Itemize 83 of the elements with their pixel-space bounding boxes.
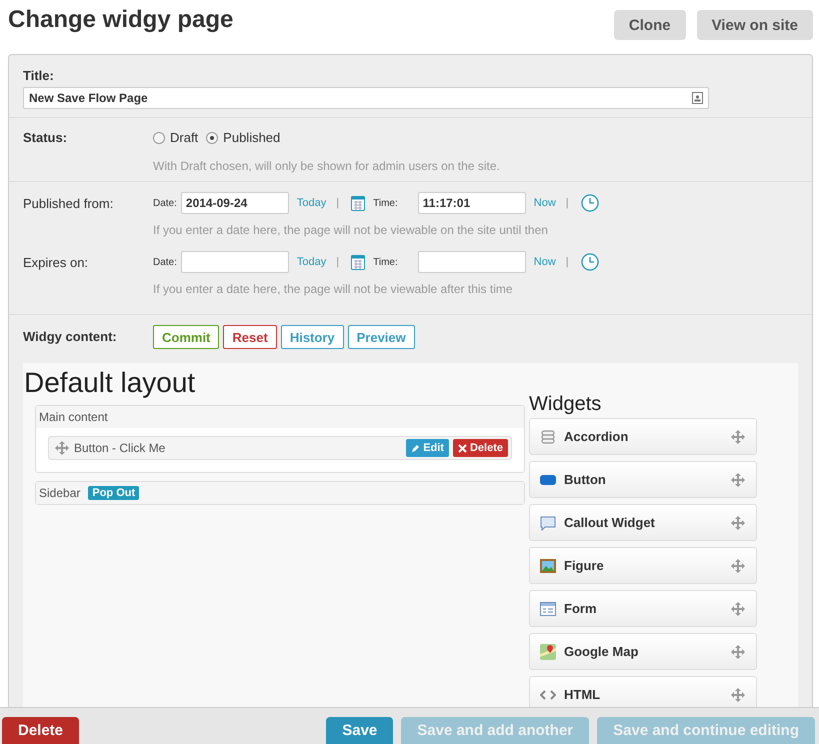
widget-item-label: Button - Click Me — [74, 441, 166, 455]
date-label: Date: — [153, 198, 177, 208]
today-link[interactable]: Today — [296, 197, 326, 209]
form-icon — [540, 602, 556, 616]
time-field[interactable]: 11:17:01 — [418, 192, 526, 214]
speech-bubble-icon — [540, 514, 556, 530]
widget-card[interactable]: Button — [529, 461, 757, 498]
header-button[interactable]: Clone — [614, 10, 686, 40]
widget-name: Form — [564, 601, 598, 616]
move-icon — [730, 558, 746, 574]
help-text: With Draft chosen, will only be shown for admin users on the site. — [153, 159, 501, 173]
move-icon — [730, 644, 746, 660]
clock-icon[interactable] — [580, 194, 599, 212]
widget-card[interactable]: Form — [529, 590, 757, 627]
button-icon — [540, 474, 556, 486]
widget-name: Accordion — [564, 429, 630, 444]
now-link[interactable]: Now — [534, 197, 556, 209]
contact-card-icon — [692, 92, 703, 104]
date-field[interactable] — [180, 251, 289, 273]
widgy-action-button[interactable]: Reset — [223, 325, 277, 349]
date-field[interactable]: 2014-09-24 — [180, 192, 289, 214]
radio-button[interactable] — [206, 132, 218, 144]
calendar-icon[interactable] — [351, 254, 366, 270]
header-button[interactable]: View on site — [696, 10, 813, 40]
move-icon — [730, 686, 746, 702]
widgy-action-button[interactable]: Preview — [348, 325, 415, 349]
today-link[interactable]: Today — [296, 256, 326, 268]
widgy-action-button[interactable]: Commit — [153, 325, 220, 349]
field-label: Expires on: — [23, 254, 90, 272]
widget-name: Figure — [564, 558, 605, 573]
move-icon — [730, 514, 746, 530]
calendar-icon[interactable] — [351, 195, 366, 211]
field-value: New Save Flow Page — [29, 91, 148, 105]
widget-name: Callout Widget — [564, 515, 656, 530]
region-title: Main content — [39, 410, 108, 424]
move-icon — [54, 440, 70, 456]
radio-button[interactable] — [153, 132, 165, 144]
title-field[interactable]: New Save Flow Page — [23, 87, 709, 109]
widget-card[interactable]: Accordion — [529, 418, 757, 455]
pop-out-badge[interactable]: Pop Out — [88, 486, 140, 500]
move-icon — [730, 472, 746, 488]
time-label: Time: — [373, 198, 398, 208]
help-text: If you enter a date here, the page will not be viewable on the site until then — [153, 223, 549, 237]
widget-name: Google Map — [564, 644, 640, 659]
radio-label: Published — [223, 130, 280, 145]
separator: | — [336, 256, 340, 268]
widget-card[interactable]: Google Map — [529, 633, 757, 670]
help-text: If you enter a date here, the page will not be viewable after this time — [153, 282, 514, 296]
date-label: Date: — [153, 256, 177, 268]
field-label: Widgy content: — [23, 328, 118, 346]
widget-card[interactable]: HTML — [529, 676, 757, 707]
separator: | — [566, 197, 569, 209]
field-label: Status: — [23, 130, 68, 147]
widgy-action-button[interactable]: History — [280, 325, 344, 349]
delete-button[interactable]: Delete — [452, 439, 508, 457]
move-icon — [730, 600, 746, 616]
separator: | — [336, 197, 340, 209]
widget-name: HTML — [564, 687, 602, 702]
layout-title: Default layout — [24, 367, 196, 399]
widget-card[interactable]: Figure — [529, 547, 757, 584]
widget-card[interactable]: Callout Widget — [529, 504, 757, 541]
time-field[interactable] — [418, 251, 526, 273]
move-icon — [730, 428, 746, 444]
field-label: Published from: — [23, 195, 114, 213]
page-title: Change widgy page — [8, 6, 234, 34]
save-button[interactable]: Save — [326, 717, 394, 744]
close-icon — [458, 444, 467, 452]
field-label: Title: — [23, 68, 54, 83]
clock-icon[interactable] — [580, 253, 599, 271]
radio-label: Draft — [170, 130, 198, 145]
widget-name: Button — [564, 472, 607, 487]
pencil-icon — [411, 444, 420, 452]
framed-picture-icon — [540, 558, 556, 572]
now-link[interactable]: Now — [534, 256, 556, 268]
code-icon — [540, 688, 556, 702]
widgets-title: Widgets — [529, 393, 602, 416]
delete-button[interactable]: Delete — [2, 717, 80, 744]
stack-icon — [540, 428, 556, 444]
separator: | — [566, 256, 569, 268]
edit-button[interactable]: Edit — [406, 439, 449, 457]
time-label: Time: — [373, 256, 398, 268]
region-title: Sidebar — [39, 486, 80, 500]
map-icon — [540, 644, 556, 660]
